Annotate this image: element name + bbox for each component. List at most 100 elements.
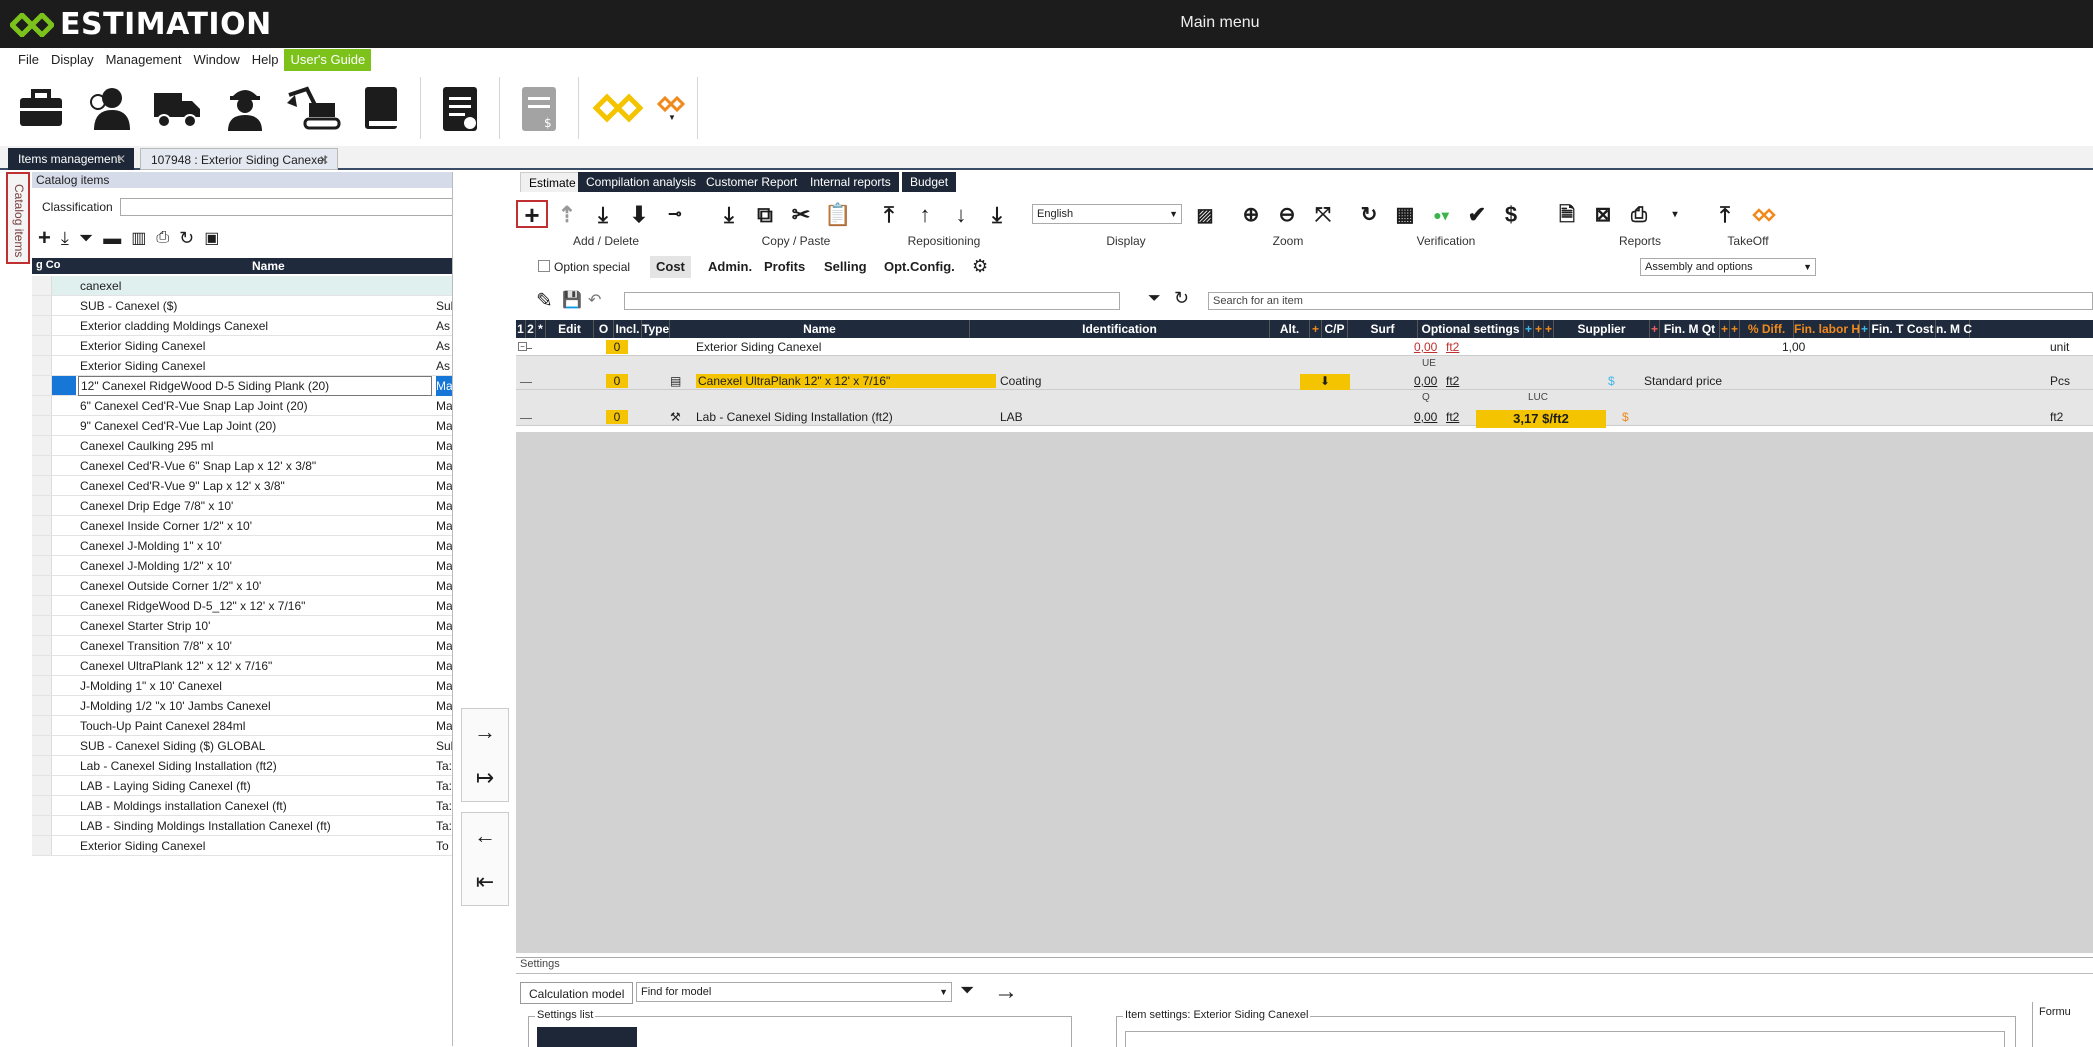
catalog-row[interactable]: Exterior cladding Moldings Canexel As bbox=[32, 316, 452, 336]
menu-help[interactable]: Help bbox=[246, 49, 285, 71]
catalog-row[interactable]: Canexel Caulking 295 ml Ma bbox=[32, 436, 452, 456]
arrow-left-icon[interactable]: ← bbox=[462, 813, 508, 859]
search-input[interactable]: Search for an item bbox=[1208, 292, 2093, 310]
arrow-left-end-icon[interactable]: ⇤ bbox=[462, 859, 508, 905]
catalog-row[interactable]: 9" Canexel Ced'R-Vue Lap Joint (20) Ma bbox=[32, 416, 452, 436]
insert-down-icon[interactable]: ⤓ bbox=[590, 202, 616, 228]
refresh-icon[interactable]: ↻ bbox=[179, 228, 194, 249]
move-up-icon[interactable]: ⇡ bbox=[554, 202, 580, 228]
item-settings-field[interactable] bbox=[1125, 1031, 2005, 1047]
catalog-row[interactable]: Touch-Up Paint Canexel 284ml Ma bbox=[32, 716, 452, 736]
chevron-down-icon[interactable]: ▾ bbox=[1662, 202, 1688, 228]
toggle-icon[interactable]: ⊸ bbox=[662, 202, 688, 228]
excel-icon[interactable]: ⊠ bbox=[1590, 202, 1616, 228]
catalog-row[interactable]: SUB - Canexel ($) Sul bbox=[32, 296, 452, 316]
filter-icon[interactable]: ⏷ bbox=[79, 228, 93, 249]
catalog-row[interactable]: J-Molding 1/2 "x 10' Jambs Canexel Ma bbox=[32, 696, 452, 716]
option-special-checkbox[interactable] bbox=[538, 260, 550, 272]
language-select[interactable]: English ▼ bbox=[1032, 204, 1182, 224]
grid-column-header[interactable]: + bbox=[1544, 320, 1554, 338]
takeoff-logo-icon[interactable] bbox=[1752, 208, 1778, 222]
arrow-down-bold-icon[interactable]: ⬇ bbox=[626, 202, 652, 228]
document-icon[interactable]: 🗎 bbox=[1554, 202, 1580, 228]
grid-column-header[interactable]: Surf bbox=[1348, 320, 1418, 338]
truck-icon[interactable] bbox=[148, 79, 206, 137]
menu-display[interactable]: Display bbox=[45, 49, 100, 71]
catalog-row[interactable]: 6" Canexel Ced'R-Vue Snap Lap Joint (20)… bbox=[32, 396, 452, 416]
filter-icon[interactable]: ⏷ bbox=[1148, 290, 1161, 308]
zoom-in-icon[interactable]: ⊕ bbox=[1238, 202, 1264, 228]
minus-icon[interactable]: ▬ bbox=[103, 228, 121, 249]
download-icon[interactable]: ⤓ bbox=[61, 228, 69, 249]
catalog-row[interactable]: Canexel Transition 7/8" x 10' Ma bbox=[32, 636, 452, 656]
paste-icon[interactable]: 📋 bbox=[824, 202, 851, 228]
catalog-row[interactable]: 12" Canexel RidgeWood D-5 Siding Plank (… bbox=[32, 376, 452, 396]
assembly-options-select[interactable]: Assembly and options ▼ bbox=[1640, 258, 1816, 276]
catalog-row[interactable]: Canexel Ced'R-Vue 9" Lap x 12' x 3/8" Ma bbox=[32, 476, 452, 496]
grid-column-header[interactable]: * bbox=[536, 320, 546, 338]
grid-column-header[interactable]: Type bbox=[642, 320, 670, 338]
move-down-icon[interactable]: ↓ bbox=[948, 202, 974, 228]
tab-estimate[interactable]: Estimate bbox=[520, 172, 585, 192]
catalog-row[interactable]: Canexel Outside Corner 1/2" x 10' Ma bbox=[32, 576, 452, 596]
grid-column-header[interactable]: Edit bbox=[546, 320, 594, 338]
grid-column-header[interactable]: Incl. bbox=[614, 320, 642, 338]
image-icon[interactable]: ▣ bbox=[204, 228, 219, 248]
filter-icon[interactable]: ⏷ bbox=[960, 980, 974, 1001]
tab-items-management[interactable]: Items management ✕ bbox=[8, 148, 134, 170]
undo-icon[interactable]: ↶ bbox=[588, 290, 601, 310]
add-icon[interactable]: + bbox=[38, 225, 51, 251]
arrow-right-icon[interactable]: → bbox=[994, 978, 1018, 1006]
print-icon[interactable]: ⎙ bbox=[156, 229, 169, 247]
tab-customer-report[interactable]: Customer Report bbox=[698, 172, 806, 192]
refresh-icon[interactable]: ↻ bbox=[1174, 288, 1189, 309]
dollar-icon[interactable]: $ bbox=[1498, 202, 1524, 228]
classification-field[interactable] bbox=[120, 198, 504, 216]
catalog-row[interactable]: LAB - Moldings installation Canexel (ft)… bbox=[32, 796, 452, 816]
grid-column-header[interactable]: Name bbox=[670, 320, 970, 338]
grid-column-header[interactable]: + bbox=[1730, 320, 1740, 338]
print-icon[interactable]: ⎙ bbox=[1626, 202, 1652, 228]
estimate-row[interactable]: 0 Exterior Siding Canexel 0,00 ft2 1,00 unit bbox=[516, 338, 2093, 356]
view-admin-button[interactable]: Admin. bbox=[702, 256, 758, 278]
logo-diamond-icon[interactable] bbox=[589, 79, 647, 137]
grid-column-header[interactable]: O bbox=[594, 320, 614, 338]
col-code-header[interactable]: g Co bbox=[36, 259, 60, 271]
catalog-row[interactable]: LAB - Laying Siding Canexel (ft) Ta: bbox=[32, 776, 452, 796]
edit-pencil-icon[interactable]: ✎ bbox=[536, 288, 553, 313]
catalog-row[interactable]: SUB - Canexel Siding ($) GLOBAL Sul bbox=[32, 736, 452, 756]
close-icon[interactable]: ✕ bbox=[319, 149, 329, 171]
side-tab-catalog-items[interactable]: Catalog items bbox=[6, 172, 30, 264]
menu-file[interactable]: File bbox=[12, 49, 45, 71]
catalog-row[interactable]: Canexel Inside Corner 1/2" x 10' Ma bbox=[32, 516, 452, 536]
catalog-row[interactable]: Exterior Siding Canexel As bbox=[32, 356, 452, 376]
grid-column-header[interactable]: + bbox=[1524, 320, 1534, 338]
briefcase-icon[interactable] bbox=[12, 79, 70, 137]
view-opt-config-button[interactable]: Opt.Config. bbox=[878, 256, 961, 278]
grid-column-header[interactable]: + bbox=[1534, 320, 1544, 338]
copy-icon[interactable]: ⧉ bbox=[752, 202, 778, 228]
close-icon[interactable]: ✕ bbox=[116, 148, 126, 170]
chart-icon[interactable]: ▥ bbox=[131, 228, 146, 248]
tab-estimate-document[interactable]: 107948 : Exterior Siding Canexel ✕ bbox=[140, 148, 338, 170]
estimate-row[interactable]: 0 ▤ Canexel UltraPlank 12" x 12' x 7/16" Co… bbox=[516, 356, 2093, 390]
grid-column-header[interactable]: 2 bbox=[526, 320, 536, 338]
grid-column-header[interactable]: C/P bbox=[1322, 320, 1348, 338]
grid-column-header[interactable]: Identification bbox=[970, 320, 1270, 338]
edit-field[interactable] bbox=[624, 292, 1120, 310]
zoom-out-icon[interactable]: ⊖ bbox=[1274, 202, 1300, 228]
find-model-select[interactable]: Find for model ▼ bbox=[636, 982, 952, 1002]
grid-column-header[interactable]: Alt. bbox=[1270, 320, 1310, 338]
grid-column-header[interactable]: Fin. labor H bbox=[1794, 320, 1860, 338]
grid-column-header[interactable]: Fin. T Cost bbox=[1870, 320, 1936, 338]
clipboard-icon[interactable] bbox=[431, 79, 489, 137]
tab-budget[interactable]: Budget bbox=[902, 172, 957, 192]
tab-internal-reports[interactable]: Internal reports bbox=[802, 172, 899, 192]
catalog-row[interactable]: Canexel Drip Edge 7/8" x 10' Ma bbox=[32, 496, 452, 516]
catalog-row[interactable]: LAB - Sinding Moldings Installation Cane… bbox=[32, 816, 452, 836]
grid-column-header[interactable]: n. M C bbox=[1936, 320, 1972, 338]
view-selling-button[interactable]: Selling bbox=[818, 256, 873, 278]
tab-compilation-analysis[interactable]: Compilation analysis bbox=[578, 172, 705, 192]
arrow-right-end-icon[interactable]: ↦ bbox=[462, 755, 508, 801]
upload-icon[interactable]: ⤒ bbox=[1712, 202, 1738, 228]
